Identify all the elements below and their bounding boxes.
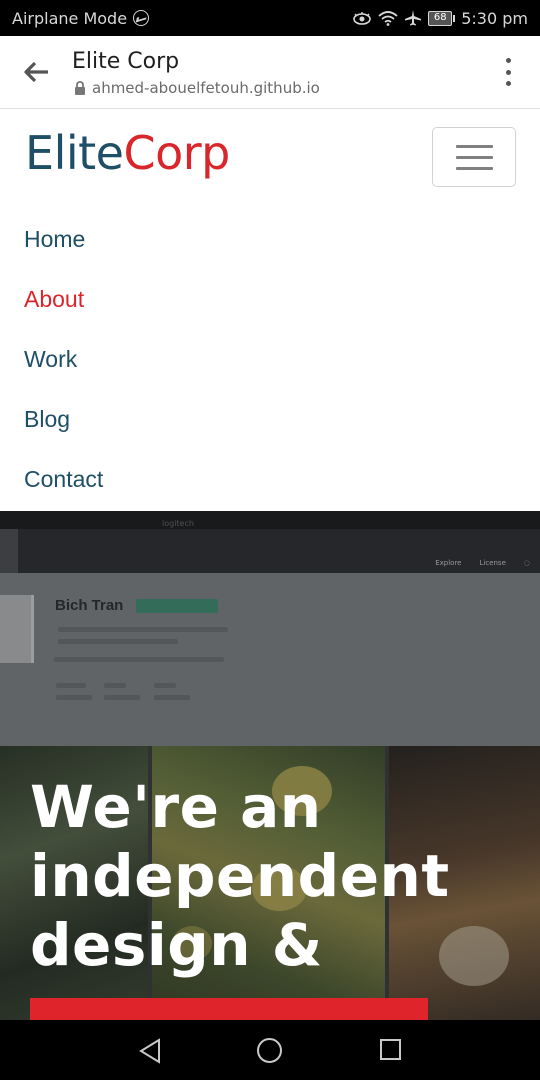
browser-toolbar: Elite Corp ahmed-abouelfetouh.github.io	[0, 36, 540, 109]
nav-item-home[interactable]: Home	[24, 209, 103, 269]
url-text: ahmed-abouelfetouh.github.io	[92, 79, 320, 97]
hero-heading-line1: We're an	[30, 773, 322, 841]
site-navbar: EliteCorp Home About Work Blog Contact	[0, 109, 540, 511]
page-title: Elite Corp	[72, 49, 180, 74]
status-bar: Airplane Mode 68 5:30 pm	[0, 0, 540, 36]
nav-back-icon[interactable]	[139, 1038, 161, 1064]
status-left: Airplane Mode	[12, 8, 150, 28]
hero-heading: We're an independent design &	[30, 773, 510, 980]
nav-recents-icon[interactable]	[380, 1039, 401, 1060]
overflow-menu-icon[interactable]	[504, 58, 512, 86]
nav-menu: Home About Work Blog Contact	[24, 209, 103, 509]
messenger-icon	[133, 10, 150, 26]
url-bar[interactable]: ahmed-abouelfetouh.github.io	[74, 79, 320, 97]
hero-heading-line2: independent	[30, 842, 450, 910]
nav-item-blog[interactable]: Blog	[24, 389, 103, 449]
airplane-icon	[405, 10, 422, 26]
carrier-text: Airplane Mode	[12, 8, 128, 28]
nav-home-icon[interactable]	[257, 1038, 282, 1063]
lock-icon	[75, 81, 85, 95]
nav-item-work[interactable]: Work	[24, 329, 103, 389]
android-nav-bar	[0, 1020, 540, 1080]
back-button[interactable]	[20, 56, 52, 88]
logo-part-elite: Elite	[25, 126, 124, 180]
hero-highlight-block	[30, 998, 428, 1020]
hero-heading-line3: design &	[30, 911, 323, 979]
site-logo[interactable]: EliteCorp	[25, 126, 230, 180]
clock: 5:30 pm	[461, 8, 528, 28]
hamburger-menu-button[interactable]	[432, 127, 516, 187]
back-arrow-icon	[24, 61, 48, 83]
hero-section: logitech Explore License ◌ Bich Tran We'…	[0, 511, 540, 1020]
eye-comfort-icon	[353, 12, 372, 25]
nav-item-about[interactable]: About	[24, 269, 103, 329]
nav-item-contact[interactable]: Contact	[24, 449, 103, 509]
wifi-icon	[378, 11, 398, 26]
status-right: 68 5:30 pm	[352, 9, 528, 28]
logo-part-corp: Corp	[123, 126, 230, 180]
battery-level: 68	[428, 10, 453, 26]
battery-icon: 68	[428, 10, 456, 26]
